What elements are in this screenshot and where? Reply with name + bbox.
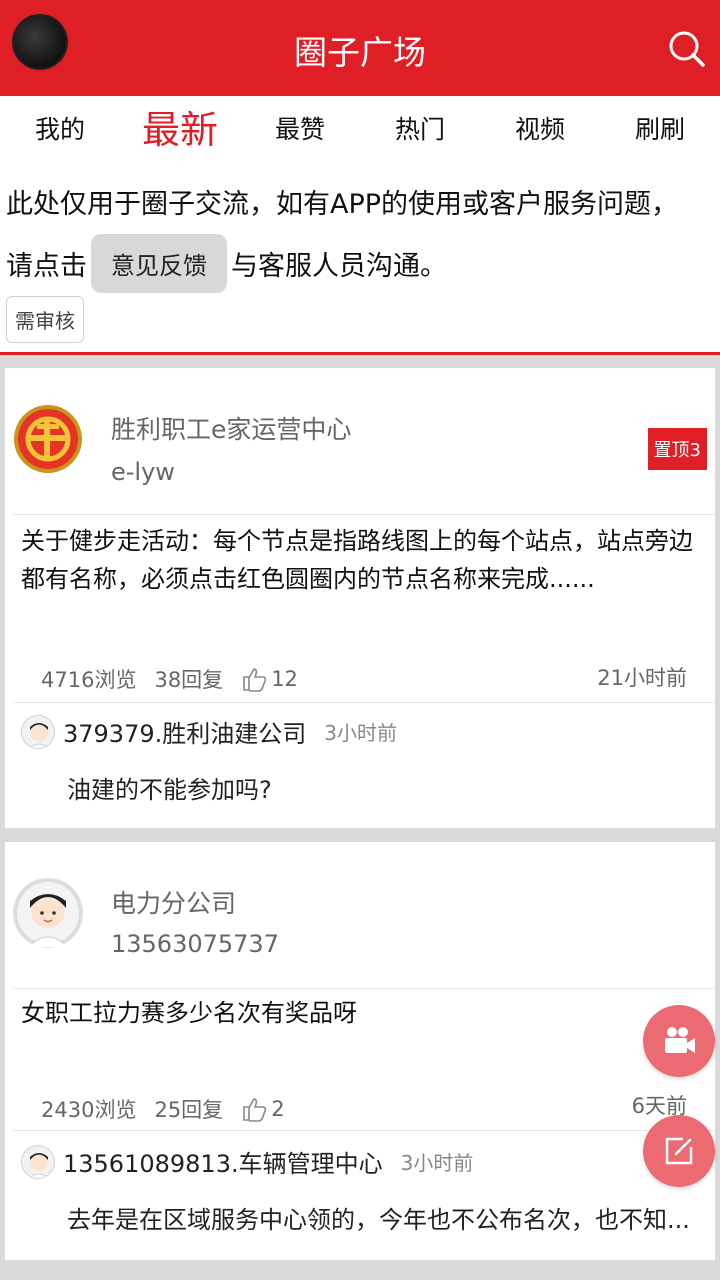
commenter-name[interactable]: 13561089813.车辆管理中心 [63, 1144, 383, 1179]
comment-time: 3小时前 [400, 1151, 474, 1175]
post-author[interactable]: 电力分公司 [111, 884, 236, 920]
comment-header[interactable]: 13561089813.车辆管理中心 3小时前 [21, 1144, 473, 1179]
review-badge: 需审核 [6, 296, 84, 343]
tab-mine[interactable]: 我的 [0, 96, 120, 164]
notice-prefix: 请点击 [6, 251, 87, 282]
pinned-badge: 置顶3 [647, 428, 707, 470]
tab-hot[interactable]: 热门 [360, 96, 480, 164]
like-count: 12 [271, 667, 298, 691]
post-card[interactable]: 电力分公司 13563075737 女职工拉力赛多少名次有奖品呀 2430浏览 … [5, 842, 715, 1260]
tab-browse[interactable]: 刷刷 [600, 96, 720, 164]
view-count: 2430浏览 [41, 1098, 137, 1122]
divider [13, 1130, 715, 1131]
commenter-avatar-icon[interactable] [21, 1144, 55, 1179]
video-post-button[interactable] [643, 1005, 715, 1077]
divider [0, 352, 720, 355]
tab-bar: 我的 最新 最赞 热门 视频 刷刷 [0, 96, 720, 164]
divider [13, 702, 715, 703]
compose-icon [665, 1137, 693, 1165]
post-card[interactable]: 胜利职工e家运营中心 e-lyw 置顶3 关于健步走活动：每个节点是指路线图上的… [5, 368, 715, 828]
divider [13, 514, 715, 515]
union-logo-icon[interactable] [13, 404, 83, 474]
post-content[interactable]: 关于健步走活动：每个节点是指路线图上的每个站点，站点旁边都有名称，必须点击红色圆… [21, 522, 703, 598]
reply-count[interactable]: 38回复 [154, 664, 223, 694]
notice-text: 此处仅用于圈子交流，如有APP的使用或客户服务问题， [6, 189, 679, 220]
post-stats: 4716浏览 38回复 12 [41, 664, 298, 694]
comment-text: 去年是在区域服务中心领的，今年也不公布名次，也不知... [67, 1206, 690, 1234]
view-count: 4716浏览 [41, 668, 137, 692]
notice-suffix: 与客服人员沟通。 [231, 251, 447, 282]
feedback-button[interactable]: 意见反馈 [91, 234, 227, 293]
like-count: 2 [271, 1097, 285, 1121]
tab-latest[interactable]: 最新 [120, 96, 240, 164]
notice-panel: 此处仅用于圈子交流，如有APP的使用或客户服务问题， 请点击 意见反馈 与客服人… [0, 164, 720, 354]
tab-most-liked[interactable]: 最赞 [240, 96, 360, 164]
author-avatar-icon[interactable] [13, 878, 83, 948]
divider [13, 988, 715, 989]
post-handle: e-lyw [111, 458, 175, 486]
search-icon[interactable] [666, 28, 706, 68]
commenter-name[interactable]: 379379.胜利油建公司 [63, 714, 306, 749]
thumbs-up-icon [243, 668, 267, 692]
top-bar: 圈子广场 [0, 0, 720, 96]
like-button[interactable]: 2 [241, 1095, 285, 1123]
comment-text: 油建的不能参加吗? [67, 776, 272, 804]
post-handle: 13563075737 [111, 930, 279, 958]
compose-post-button[interactable] [643, 1115, 715, 1187]
post-stats: 2430浏览 25回复 2 [41, 1094, 285, 1124]
tab-video[interactable]: 视频 [480, 96, 600, 164]
post-time: 21小时前 [597, 666, 687, 690]
post-author[interactable]: 胜利职工e家运营中心 [111, 410, 351, 446]
video-camera-icon [665, 1027, 695, 1053]
reply-count[interactable]: 25回复 [154, 1094, 223, 1124]
post-content[interactable]: 女职工拉力赛多少名次有奖品呀 [21, 994, 703, 1032]
thumbs-up-icon [243, 1098, 267, 1122]
comment-time: 3小时前 [324, 721, 397, 745]
commenter-avatar-icon[interactable] [21, 714, 55, 749]
comment-header[interactable]: 379379.胜利油建公司 3小时前 [21, 714, 397, 749]
notice-text-line2: 请点击 意见反馈 与客服人员沟通。 [6, 234, 447, 293]
page-title: 圈子广场 [294, 33, 426, 72]
like-button[interactable]: 12 [241, 665, 298, 693]
